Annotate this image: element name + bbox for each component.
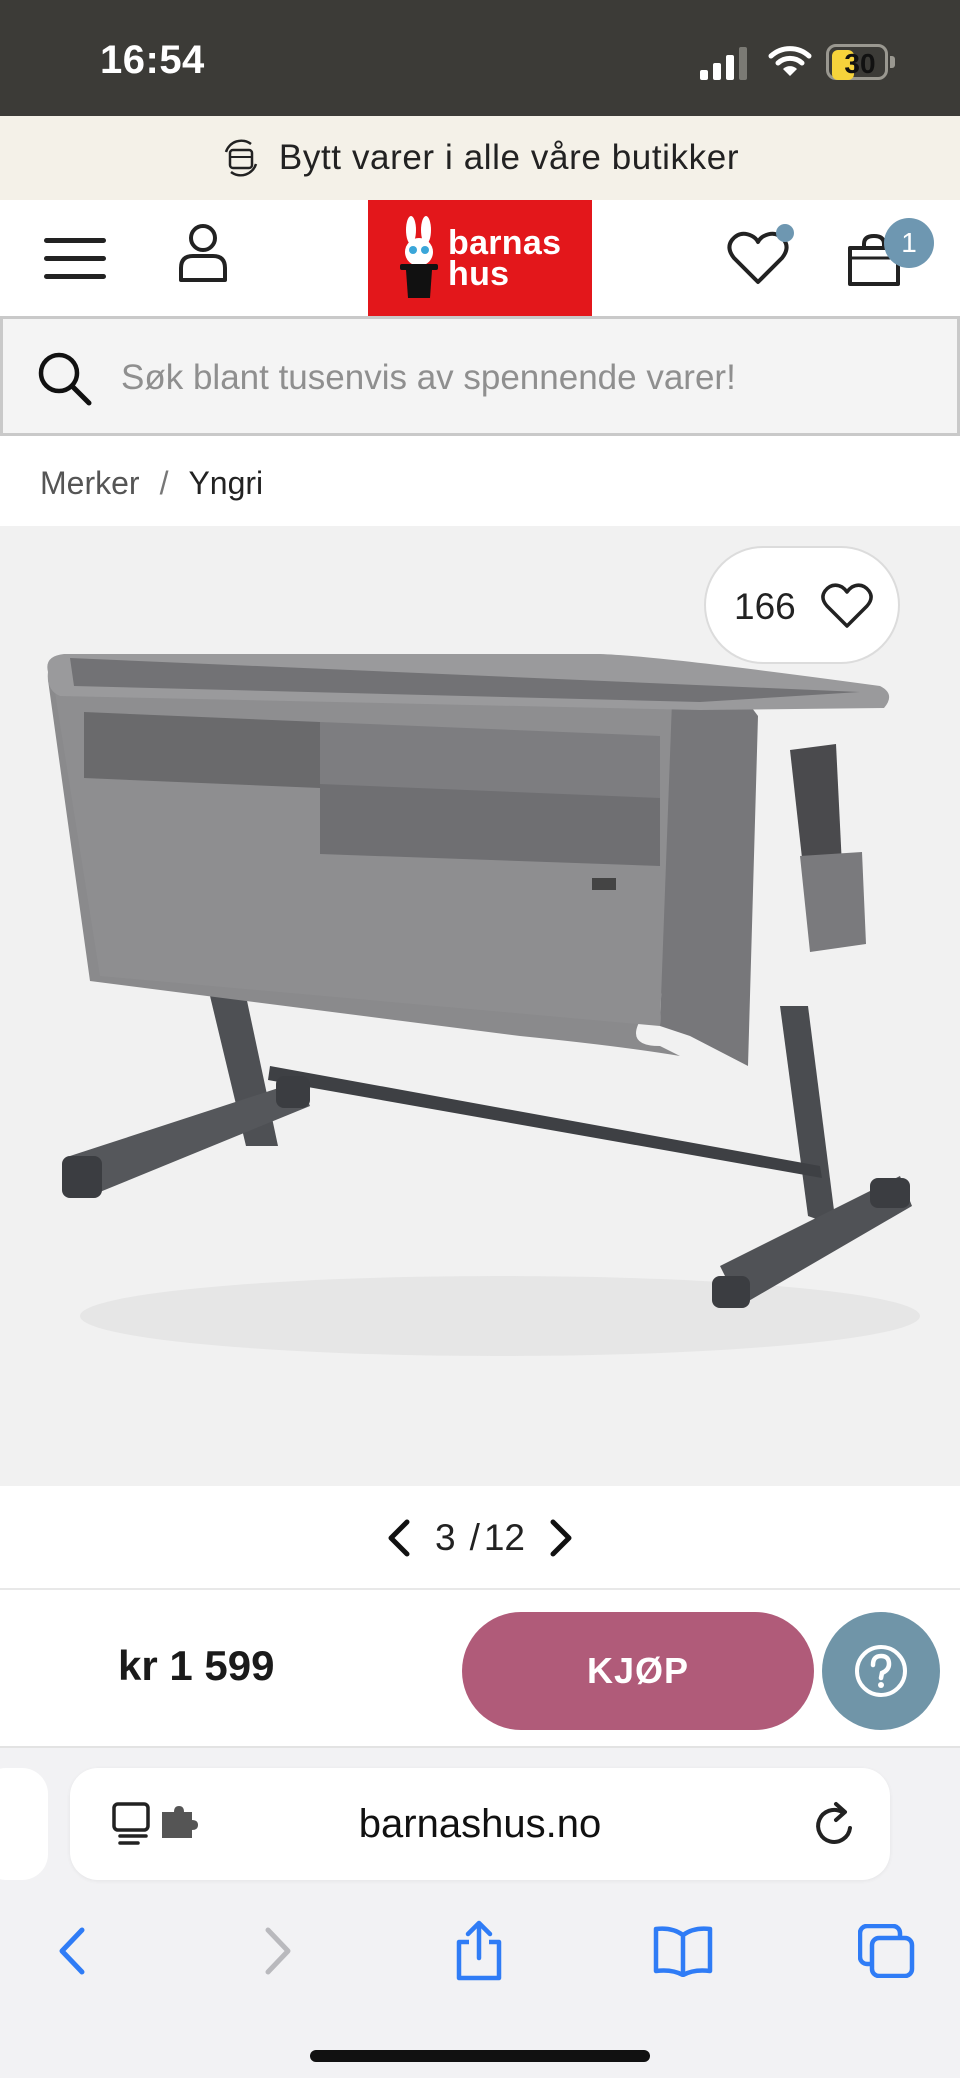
bunny-hat-logo-icon xyxy=(400,216,438,298)
tabs-button[interactable] xyxy=(852,1918,922,1984)
bookmarks-icon xyxy=(653,1926,713,1977)
buy-button[interactable]: KJØP xyxy=(462,1612,814,1730)
previous-image-button[interactable] xyxy=(381,1514,417,1562)
forward-button[interactable] xyxy=(244,1918,314,1984)
pager-current: 3 xyxy=(434,1517,456,1558)
reload-icon[interactable] xyxy=(812,1800,858,1848)
cellular-signal-icon xyxy=(700,47,747,80)
chevron-right-icon xyxy=(550,1519,572,1557)
wifi-icon xyxy=(768,46,812,76)
search-bar xyxy=(0,316,960,436)
back-button[interactable] xyxy=(36,1918,106,1984)
product-image[interactable] xyxy=(0,526,960,1486)
battery-indicator: 30 xyxy=(826,44,896,80)
image-pager: 3 / 12 xyxy=(0,1486,960,1590)
battery-level: 30 xyxy=(844,48,876,79)
logo-line-2: hus xyxy=(448,255,510,293)
address-bar[interactable]: barnashus.no xyxy=(70,1768,890,1880)
heart-icon xyxy=(821,583,873,628)
site-header: barnas hus 1 xyxy=(0,200,960,316)
share-button[interactable] xyxy=(444,1918,514,1984)
product-gallery[interactable]: 166 xyxy=(0,526,960,1486)
promo-banner[interactable]: Bytt varer i alle våre butikker xyxy=(0,116,960,200)
pager-position: 3 / 12 xyxy=(435,1517,525,1559)
browser-toolbar xyxy=(0,1900,960,2000)
browser-bottom-bar: barnashus.no xyxy=(0,1748,960,2078)
wishlist-button[interactable] xyxy=(726,222,798,286)
bookmarks-button[interactable] xyxy=(648,1918,718,1984)
tabs-icon xyxy=(858,1924,915,1978)
logo-text: barnas hus xyxy=(448,226,561,293)
cart-count-badge: 1 xyxy=(884,218,934,268)
breadcrumb-link-merker[interactable]: Merker xyxy=(40,465,140,502)
exchange-box-icon xyxy=(224,139,258,177)
search-input[interactable] xyxy=(121,347,921,409)
pager-separator: / xyxy=(469,1517,480,1558)
wishlist-indicator-dot xyxy=(776,224,794,242)
barnas-hus-logo[interactable]: barnas hus xyxy=(368,200,592,316)
share-icon xyxy=(456,1920,502,1981)
url-text: barnashus.no xyxy=(358,1802,602,1846)
question-mark-icon xyxy=(855,1645,907,1697)
cart-button[interactable]: 1 xyxy=(846,218,936,288)
help-button[interactable] xyxy=(822,1612,940,1730)
forward-icon xyxy=(265,1927,291,1975)
user-icon[interactable] xyxy=(176,222,230,284)
back-icon xyxy=(59,1927,85,1975)
buy-bar: kr 1 599 KJØP xyxy=(0,1590,960,1748)
breadcrumb-current[interactable]: Yngri xyxy=(188,465,263,502)
status-time: 16:54 xyxy=(100,38,205,82)
previous-tab-preview[interactable] xyxy=(0,1768,48,1880)
breadcrumb: Merker / Yngri xyxy=(40,458,263,508)
like-button[interactable]: 166 xyxy=(704,546,900,664)
hamburger-menu-icon[interactable] xyxy=(44,234,108,284)
promo-text: Bytt varer i alle våre butikker xyxy=(278,138,740,177)
next-image-button[interactable] xyxy=(543,1514,579,1562)
pager-total: 12 xyxy=(483,1517,525,1558)
like-count: 166 xyxy=(734,586,796,627)
breadcrumb-separator: / xyxy=(159,464,169,501)
home-indicator xyxy=(310,2050,650,2062)
chevron-left-icon xyxy=(388,1519,410,1557)
search-icon[interactable] xyxy=(37,351,93,407)
status-bar: 16:54 30 xyxy=(0,0,960,116)
price: kr 1 599 xyxy=(118,1642,275,1689)
